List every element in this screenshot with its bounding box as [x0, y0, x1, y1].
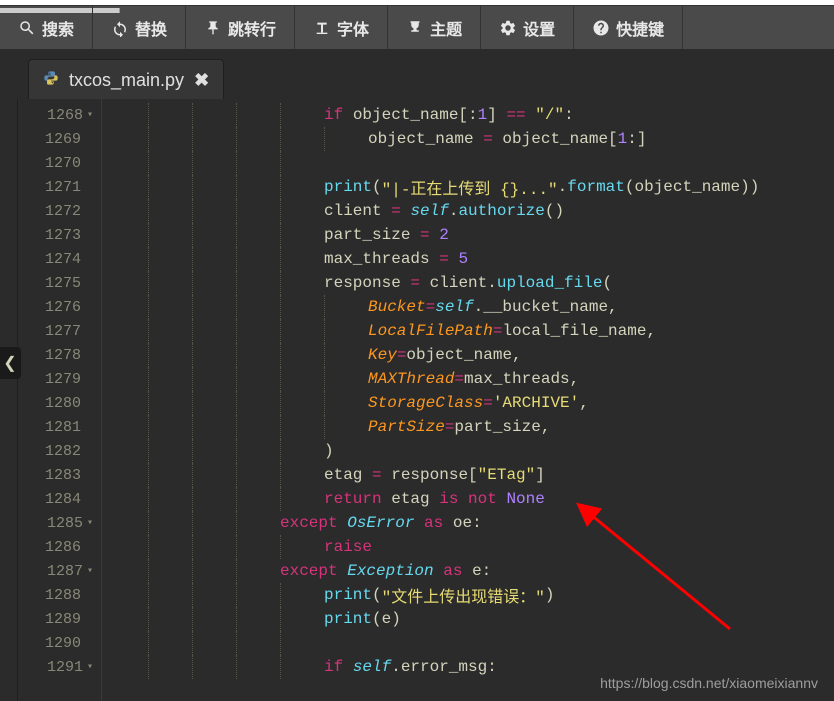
code-line[interactable]: print("|-正在上传到 {}...".format(object_name… [102, 175, 834, 199]
close-icon[interactable]: ✖ [194, 70, 209, 91]
line-number: 1269 [18, 127, 101, 151]
toolbar-theme[interactable]: 主题 [388, 6, 481, 49]
toolbar-label: 替换 [135, 16, 167, 40]
line-number: 1270 [18, 151, 101, 175]
line-number: 1288 [18, 583, 101, 607]
line-number: 1277 [18, 319, 101, 343]
left-panel-strip: ❮ [0, 99, 18, 701]
line-number: 1282 [18, 439, 101, 463]
code-line[interactable]: PartSize=part_size, [102, 415, 834, 439]
code-line[interactable]: StorageClass='ARCHIVE', [102, 391, 834, 415]
line-number: 1268▾ [18, 103, 101, 127]
line-number: 1286 [18, 535, 101, 559]
fold-marker-icon[interactable]: ▾ [87, 109, 93, 121]
fold-marker-icon[interactable]: ▾ [87, 661, 93, 673]
line-number: 1281 [18, 415, 101, 439]
line-number: 1291▾ [18, 655, 101, 679]
toolbar-label: 搜索 [42, 16, 74, 40]
gear-icon [499, 19, 517, 37]
line-number: 1284 [18, 487, 101, 511]
fold-marker-icon[interactable]: ▾ [87, 517, 93, 529]
code-line[interactable]: max_threads = 5 [102, 247, 834, 271]
line-number: 1290 [18, 631, 101, 655]
pin-icon [204, 19, 222, 37]
theme-icon [406, 19, 424, 37]
line-number: 1275 [18, 271, 101, 295]
code-line[interactable]: except OsError as oe: [102, 511, 834, 535]
fold-marker-icon[interactable]: ▾ [87, 565, 93, 577]
toolbar: 搜索 替换 跳转行 字体 主题 设置 快捷键 [0, 5, 834, 49]
line-number: 1283 [18, 463, 101, 487]
code-line[interactable]: print(e) [102, 607, 834, 631]
toolbar-label: 设置 [523, 16, 555, 40]
code-line[interactable] [102, 631, 834, 655]
tab-filename: txcos_main.py [69, 70, 184, 91]
replace-icon [111, 19, 129, 37]
code-line[interactable]: response = client.upload_file( [102, 271, 834, 295]
search-icon [18, 19, 36, 37]
line-number: 1280 [18, 391, 101, 415]
toolbar-shortcuts[interactable]: 快捷键 [574, 6, 683, 49]
toolbar-search[interactable]: 搜索 [0, 6, 93, 49]
code-line[interactable]: part_size = 2 [102, 223, 834, 247]
code-line[interactable]: MAXThread=max_threads, [102, 367, 834, 391]
code-line[interactable]: raise [102, 535, 834, 559]
tab-bar: txcos_main.py ✖ [0, 49, 834, 99]
gutter: 1268▾12691270127112721273127412751276127… [18, 99, 102, 701]
toolbar-font[interactable]: 字体 [295, 6, 388, 49]
line-number: 1279 [18, 367, 101, 391]
python-icon [43, 70, 59, 91]
toolbar-label: 跳转行 [228, 16, 276, 40]
code-area[interactable]: if object_name[:1] == "/":object_name = … [102, 99, 834, 701]
toolbar-label: 字体 [337, 16, 369, 40]
toolbar-replace[interactable]: 替换 [93, 6, 186, 49]
toolbar-label: 主题 [430, 16, 462, 40]
code-line[interactable]: etag = response["ETag"] [102, 463, 834, 487]
panel-expand-chevron[interactable]: ❮ [0, 347, 21, 379]
line-number: 1274 [18, 247, 101, 271]
help-icon [592, 19, 610, 37]
watermark: https://blog.csdn.net/xiaomeixiannv [600, 675, 818, 691]
code-line[interactable]: return etag is not None [102, 487, 834, 511]
code-line[interactable]: client = self.authorize() [102, 199, 834, 223]
toolbar-goto-line[interactable]: 跳转行 [186, 6, 295, 49]
code-line[interactable]: print("文件上传出现错误：") [102, 583, 834, 607]
editor: ❮ 1268▾126912701271127212731274127512761… [0, 99, 834, 701]
file-tab[interactable]: txcos_main.py ✖ [28, 59, 224, 99]
code-line[interactable]: ) [102, 439, 834, 463]
code-line[interactable]: Bucket=self.__bucket_name, [102, 295, 834, 319]
line-number: 1287▾ [18, 559, 101, 583]
line-number: 1285▾ [18, 511, 101, 535]
line-number: 1271 [18, 175, 101, 199]
code-line[interactable]: object_name = object_name[1:] [102, 127, 834, 151]
code-line[interactable]: except Exception as e: [102, 559, 834, 583]
code-line[interactable] [102, 151, 834, 175]
code-line[interactable]: if object_name[:1] == "/": [102, 103, 834, 127]
code-line[interactable]: LocalFilePath=local_file_name, [102, 319, 834, 343]
line-number: 1289 [18, 607, 101, 631]
toolbar-settings[interactable]: 设置 [481, 6, 574, 49]
line-number: 1272 [18, 199, 101, 223]
toolbar-label: 快捷键 [616, 16, 664, 40]
line-number: 1276 [18, 295, 101, 319]
line-number: 1278 [18, 343, 101, 367]
font-icon [313, 19, 331, 37]
line-number: 1273 [18, 223, 101, 247]
code-line[interactable]: Key=object_name, [102, 343, 834, 367]
